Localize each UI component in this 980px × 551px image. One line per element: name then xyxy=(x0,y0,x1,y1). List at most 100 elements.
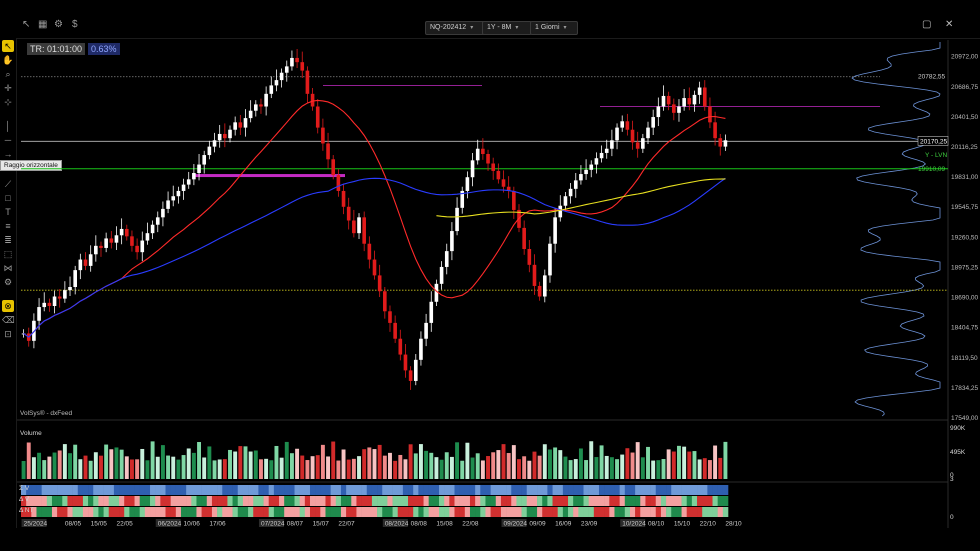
heatmap-cell xyxy=(557,507,564,517)
heatmap-cell xyxy=(469,507,476,517)
heatmap-cell xyxy=(304,496,311,506)
candle-body xyxy=(42,302,47,308)
candle-body xyxy=(150,224,155,234)
heatmap-cell xyxy=(475,485,481,495)
date-axis-label: 10/2024 xyxy=(622,521,646,528)
candle-body xyxy=(357,217,361,234)
heatmap-cell xyxy=(495,496,502,506)
volume-bar xyxy=(109,449,114,479)
candle-body xyxy=(321,127,325,144)
heatmap-cell xyxy=(248,507,254,517)
volume-bar xyxy=(259,459,263,479)
heatmap-cell xyxy=(366,485,373,495)
candle-body xyxy=(264,93,268,107)
heatmap-cell xyxy=(521,485,528,495)
heatmap-cell xyxy=(387,507,393,517)
volume-bar xyxy=(289,453,294,479)
volume-bar xyxy=(264,458,269,479)
heatmap-cell xyxy=(175,496,182,506)
candle-body xyxy=(78,259,83,271)
candle-body xyxy=(444,251,449,267)
heatmap-cell xyxy=(263,485,270,495)
price-axis-label: 20116,25 xyxy=(951,144,978,151)
candle-body xyxy=(610,140,614,149)
heatmap-cell xyxy=(227,485,233,495)
volume-bar xyxy=(160,445,165,479)
volume-bar xyxy=(284,441,289,479)
candle-body xyxy=(625,121,630,130)
candle-body xyxy=(207,146,212,156)
candle-body xyxy=(383,291,387,312)
candle-body xyxy=(429,301,434,323)
price-marker-label: Y - LVN xyxy=(925,152,947,159)
heatmap-cell xyxy=(160,485,166,495)
heatmap-cell xyxy=(598,496,605,506)
chart-canvas[interactable]: 20972,00 20686,75 20401,50 20116,25 19831,00… xyxy=(0,0,980,551)
date-axis-label: 15/07 xyxy=(313,521,330,528)
heatmap-cell xyxy=(573,507,579,517)
volume-bar xyxy=(599,445,604,479)
volume-bar xyxy=(604,455,609,479)
heatmap-cell xyxy=(309,496,316,506)
heatmap-cell xyxy=(196,496,202,506)
heatmap-cell xyxy=(108,485,115,495)
heatmap-cell xyxy=(635,496,641,506)
volume-bar xyxy=(480,460,485,479)
price-axis-label: 17834,25 xyxy=(951,385,978,392)
heatmap-cell xyxy=(139,496,146,506)
volume-bar xyxy=(713,445,718,479)
heatmap-cell xyxy=(562,485,569,495)
heatmap-cell xyxy=(124,485,130,495)
heatmap-cell xyxy=(72,507,79,517)
volume-bar xyxy=(677,445,681,479)
candle-body xyxy=(362,217,366,244)
candle-body xyxy=(666,95,671,105)
candle-body xyxy=(641,138,645,149)
heatmap-cell xyxy=(366,496,373,506)
date-axis-label: 06/2024 xyxy=(158,521,182,528)
heatmap-cell xyxy=(469,485,476,495)
heatmap-cell xyxy=(526,496,533,506)
heatmap-cell xyxy=(485,485,491,495)
candle-body xyxy=(176,190,181,197)
heatmap-cell xyxy=(41,496,48,506)
volume-bar xyxy=(424,450,429,479)
heatmap-cell xyxy=(697,496,703,506)
heatmap-cell xyxy=(325,507,331,517)
heatmap-cell xyxy=(542,485,548,495)
heatmap-cell xyxy=(459,485,466,495)
heatmap-cell xyxy=(511,485,517,495)
heatmap-cell xyxy=(516,485,522,495)
heatmap-cell xyxy=(707,485,713,495)
heatmap-cell xyxy=(356,496,362,506)
heatmap-cell xyxy=(598,485,605,495)
candle-body xyxy=(161,208,165,218)
heatmap-cell xyxy=(72,496,79,506)
heatmap-cell xyxy=(691,496,698,506)
candle-body xyxy=(197,164,201,174)
heatmap-cell xyxy=(712,507,718,517)
candle-body xyxy=(104,238,108,248)
heatmap-row-delta-nt: Δ NT xyxy=(19,507,34,514)
heatmap-cell xyxy=(139,507,146,517)
date-axis-label: 10/06 xyxy=(184,521,201,528)
candle-body xyxy=(651,117,655,128)
heatmap-cell xyxy=(604,496,610,506)
candle-body xyxy=(284,66,289,73)
volume-bar xyxy=(682,446,687,479)
candle-body xyxy=(63,290,67,299)
volume-bar xyxy=(26,442,31,479)
heatmap-cell xyxy=(191,485,197,495)
heatmap-cell xyxy=(351,485,357,495)
price-axis-label: 20686,75 xyxy=(951,84,978,91)
heatmap-cell xyxy=(258,507,264,517)
candle-body xyxy=(635,142,640,149)
heatmap-cell xyxy=(144,507,151,517)
candle-body xyxy=(166,200,170,209)
volume-bar xyxy=(656,460,661,479)
heatmap-cell xyxy=(408,496,414,506)
heatmap-cell xyxy=(320,507,326,517)
heatmap-cell xyxy=(650,496,657,506)
volume-bar xyxy=(455,442,460,479)
volume-bar xyxy=(93,452,98,479)
